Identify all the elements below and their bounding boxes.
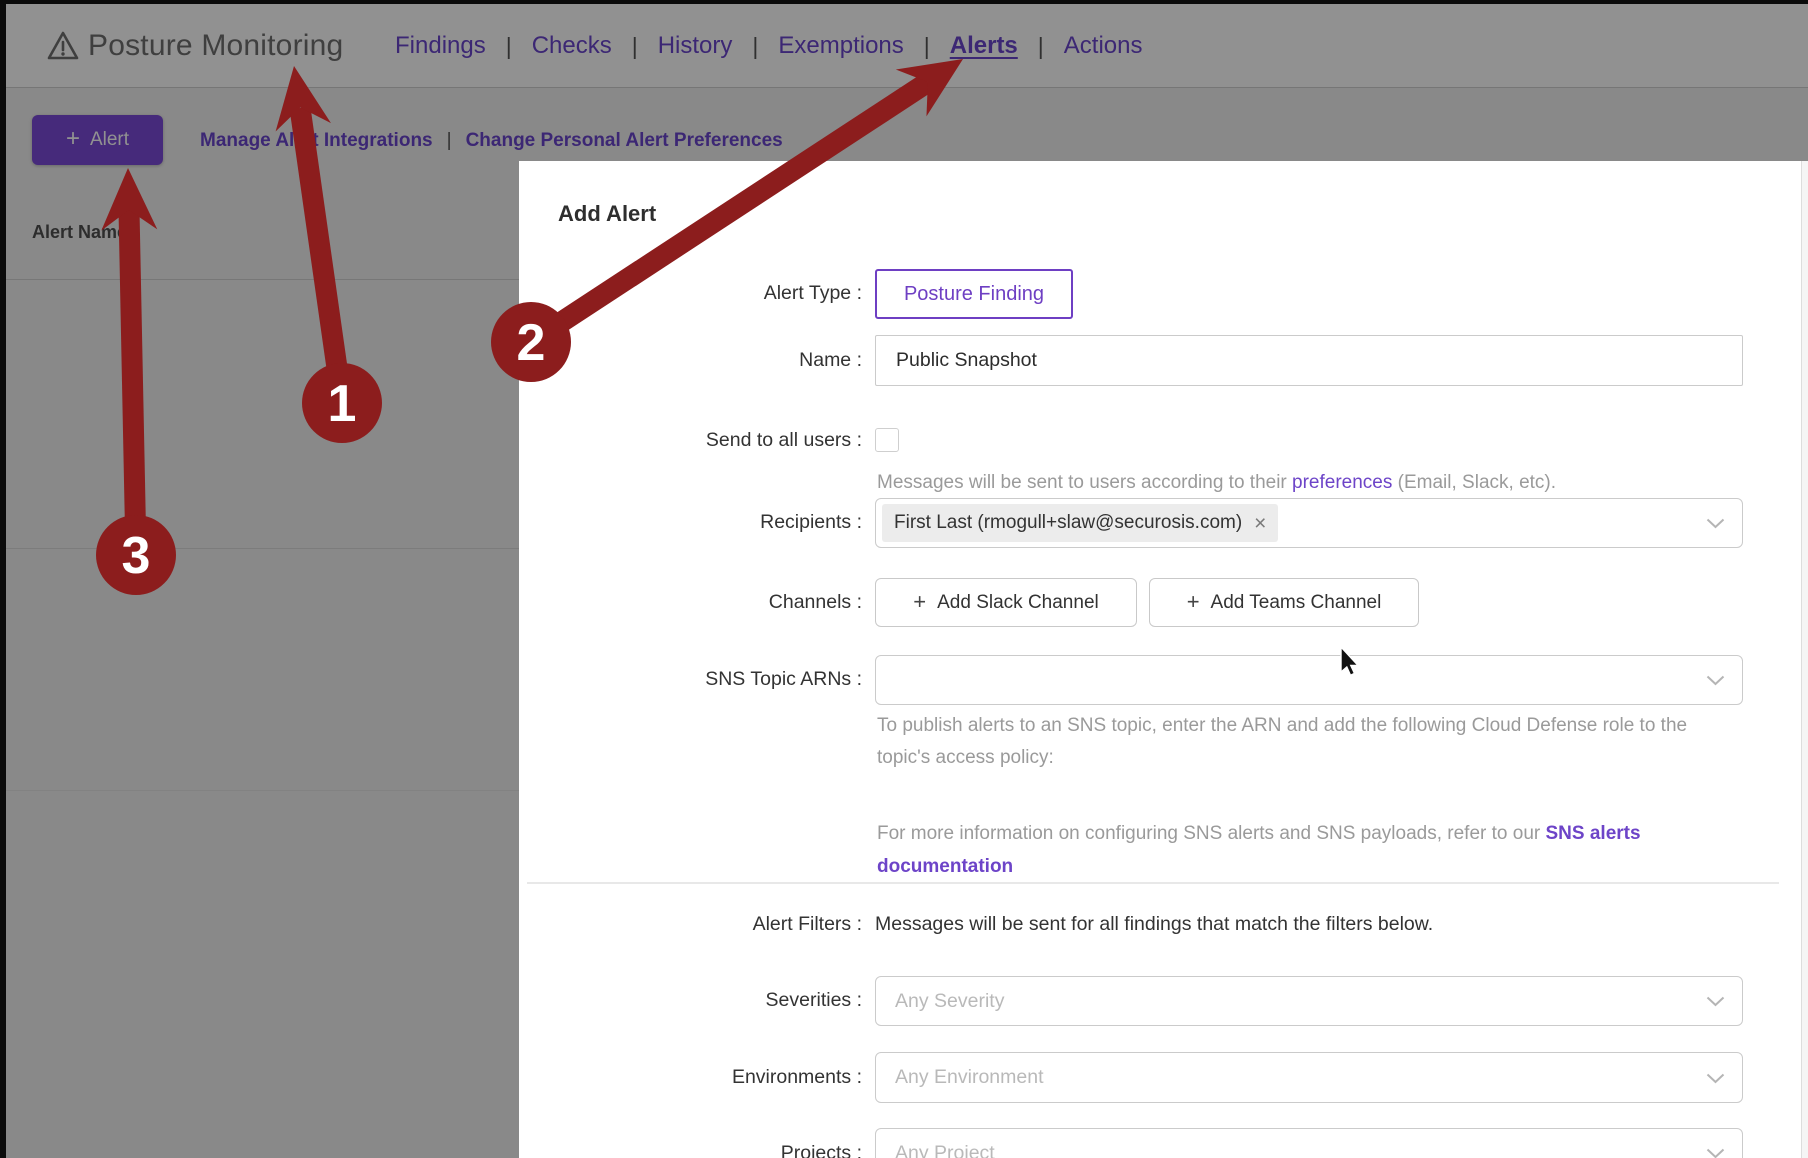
severities-select[interactable]: Any Severity (875, 976, 1743, 1026)
add-slack-channel-button[interactable]: + Add Slack Channel (875, 578, 1137, 627)
alert-type-posture-finding-button[interactable]: Posture Finding (875, 269, 1073, 319)
alert-filters-label: Alert Filters : (752, 913, 862, 935)
dialog-title: Add Alert (558, 201, 657, 226)
add-alert-dialog: Add Alert Alert Type : Posture Finding N… (519, 161, 1808, 1158)
plus-icon: + (1186, 588, 1200, 614)
sns-docs-note: For more information on configuring SNS … (877, 823, 1641, 877)
alert-filters-note: Messages will be sent for all findings t… (875, 913, 1434, 935)
send-to-all-users-label: Send to all users : (705, 429, 862, 451)
plus-icon: + (913, 588, 927, 614)
preferences-link[interactable]: preferences (1292, 472, 1392, 493)
add-teams-channel-button[interactable]: + Add Teams Channel (1149, 578, 1419, 627)
projects-placeholder: Any Project (895, 1141, 995, 1158)
name-input[interactable] (875, 335, 1743, 386)
sns-help-text: To publish alerts to an SNS topic, enter… (877, 715, 1688, 768)
recipients-label: Recipients : (760, 511, 862, 533)
projects-select[interactable]: Any Project (875, 1128, 1743, 1158)
remove-recipient-icon[interactable]: × (1254, 513, 1266, 534)
sns-topic-arns-label: SNS Topic ARNs : (705, 668, 862, 690)
environments-placeholder: Any Environment (895, 1066, 1044, 1088)
environments-label: Environments : (731, 1066, 862, 1088)
projects-label: Projects : (780, 1142, 862, 1158)
scrollbar-track[interactable] (1801, 161, 1808, 1158)
chevron-down-icon (1706, 675, 1725, 686)
chevron-down-icon (1706, 1148, 1725, 1158)
alert-type-label: Alert Type : (763, 282, 862, 304)
severities-placeholder: Any Severity (895, 989, 1005, 1012)
section-divider (527, 882, 1779, 884)
recipients-multiselect[interactable]: First Last (rmogull+slaw@securosis.com) … (875, 498, 1743, 548)
channels-label: Channels : (768, 591, 862, 613)
send-to-all-users-checkbox[interactable] (875, 428, 899, 452)
recipient-tag: First Last (rmogull+slaw@securosis.com) … (882, 504, 1279, 542)
chevron-down-icon (1706, 996, 1725, 1007)
recipient-tag-label: First Last (rmogull+slaw@securosis.com) (894, 512, 1243, 533)
sns-topic-arns-select[interactable] (875, 655, 1743, 705)
chevron-down-icon (1706, 518, 1725, 529)
chevron-down-icon (1706, 1073, 1725, 1083)
environments-select[interactable]: Any Environment (875, 1052, 1743, 1103)
severities-label: Severities : (765, 989, 862, 1011)
name-label: Name : (799, 349, 862, 371)
recipients-note: Messages will be sent to users according… (877, 472, 1557, 493)
